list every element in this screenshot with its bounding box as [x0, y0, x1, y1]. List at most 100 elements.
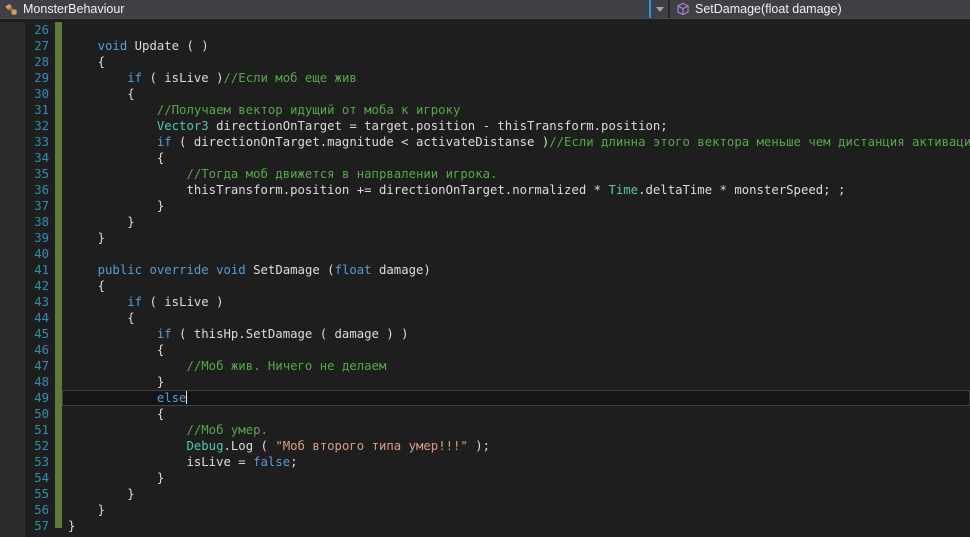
- breakpoint-margin[interactable]: [0, 358, 25, 374]
- breakpoint-margin[interactable]: [0, 198, 25, 214]
- code-text[interactable]: {: [62, 150, 970, 166]
- code-text[interactable]: //Тогда моб движется в напрвалении игрок…: [62, 166, 970, 182]
- code-line-28[interactable]: 28 {: [0, 54, 970, 70]
- code-line-36[interactable]: 36 thisTransform.position += directionOn…: [0, 182, 970, 198]
- code-text[interactable]: {: [62, 54, 970, 70]
- code-text[interactable]: {: [62, 310, 970, 326]
- code-text[interactable]: public override void SetDamage (float da…: [62, 262, 970, 278]
- breakpoint-margin[interactable]: [0, 278, 25, 294]
- code-line-35[interactable]: 35 //Тогда моб движется в напрвалении иг…: [0, 166, 970, 182]
- code-editor[interactable]: 26 27 void Update ( ) 28 {29 if ( isLive )…: [0, 19, 970, 537]
- breakpoint-margin[interactable]: [0, 422, 25, 438]
- code-line-34[interactable]: 34 {: [0, 150, 970, 166]
- code-text[interactable]: {: [62, 86, 970, 102]
- breakpoint-margin[interactable]: [0, 326, 25, 342]
- code-line-41[interactable]: 41 public override void SetDamage (float…: [0, 262, 970, 278]
- breakpoint-margin[interactable]: [0, 294, 25, 310]
- code-text[interactable]: {: [62, 342, 970, 358]
- code-line-30[interactable]: 30 {: [0, 86, 970, 102]
- code-text[interactable]: isLive = false;: [62, 454, 970, 470]
- code-line-46[interactable]: 46 {: [0, 342, 970, 358]
- breakpoint-margin[interactable]: [0, 38, 25, 54]
- code-line-57[interactable]: 57}: [0, 518, 970, 534]
- code-line-38[interactable]: 38 }: [0, 214, 970, 230]
- breakpoint-margin[interactable]: [0, 502, 25, 518]
- code-line-51[interactable]: 51 //Моб умер.: [0, 422, 970, 438]
- chevron-down-icon[interactable]: [651, 0, 668, 18]
- code-text[interactable]: thisTransform.position += directionOnTar…: [62, 182, 970, 198]
- code-text[interactable]: {: [62, 278, 970, 294]
- code-line-39[interactable]: 39 }: [0, 230, 970, 246]
- breakpoint-margin[interactable]: [0, 406, 25, 422]
- code-line-52[interactable]: 52 Debug.Log ( "Моб второго типа умер!!!…: [0, 438, 970, 454]
- code-text[interactable]: }: [62, 230, 970, 246]
- class-dropdown[interactable]: MonsterBehaviour: [0, 0, 668, 18]
- code-text[interactable]: }: [62, 198, 970, 214]
- code-line-42[interactable]: 42 {: [0, 278, 970, 294]
- code-text[interactable]: //Получаем вектор идущий от моба к игрок…: [62, 102, 970, 118]
- breakpoint-margin[interactable]: [0, 438, 25, 454]
- code-text[interactable]: //Моб умер.: [62, 422, 970, 438]
- code-line-45[interactable]: 45 if ( thisHp.SetDamage ( damage ) ): [0, 326, 970, 342]
- breakpoint-margin[interactable]: [0, 486, 25, 502]
- breakpoint-margin[interactable]: [0, 22, 25, 38]
- breakpoint-margin[interactable]: [0, 390, 25, 406]
- breakpoint-margin[interactable]: [0, 150, 25, 166]
- code-line-33[interactable]: 33 if ( directionOnTarget.magnitude < ac…: [0, 134, 970, 150]
- breakpoint-margin[interactable]: [0, 518, 25, 534]
- method-dropdown[interactable]: SetDamage(float damage): [670, 0, 970, 18]
- breakpoint-margin[interactable]: [0, 134, 25, 150]
- code-text[interactable]: }: [62, 486, 970, 502]
- breakpoint-margin[interactable]: [0, 470, 25, 486]
- code-text[interactable]: if ( isLive ): [62, 294, 970, 310]
- code-text[interactable]: }: [62, 518, 970, 534]
- code-text[interactable]: //Моб жив. Ничего не делаем: [62, 358, 970, 374]
- code-text[interactable]: Debug.Log ( "Моб второго типа умер!!!" )…: [62, 438, 970, 454]
- breakpoint-margin[interactable]: [0, 454, 25, 470]
- code-text[interactable]: if ( directionOnTarget.magnitude < activ…: [62, 134, 970, 150]
- code-line-29[interactable]: 29 if ( isLive )//Если моб еще жив: [0, 70, 970, 86]
- code-line-53[interactable]: 53 isLive = false;: [0, 454, 970, 470]
- breakpoint-margin[interactable]: [0, 70, 25, 86]
- breakpoint-margin[interactable]: [0, 54, 25, 70]
- code-line-32[interactable]: 32 Vector3 directionOnTarget = target.po…: [0, 118, 970, 134]
- code-text[interactable]: [62, 246, 970, 262]
- code-line-49[interactable]: 49 else: [0, 390, 970, 406]
- code-text[interactable]: Vector3 directionOnTarget = target.posit…: [62, 118, 970, 134]
- code-text[interactable]: void Update ( ): [62, 38, 970, 54]
- code-line-48[interactable]: 48 }: [0, 374, 970, 390]
- breakpoint-margin[interactable]: [0, 262, 25, 278]
- breakpoint-margin[interactable]: [0, 102, 25, 118]
- code-line-43[interactable]: 43 if ( isLive ): [0, 294, 970, 310]
- breakpoint-margin[interactable]: [0, 230, 25, 246]
- code-line-31[interactable]: 31 //Получаем вектор идущий от моба к иг…: [0, 102, 970, 118]
- code-line-56[interactable]: 56 }: [0, 502, 970, 518]
- breakpoint-margin[interactable]: [0, 118, 25, 134]
- code-text[interactable]: if ( thisHp.SetDamage ( damage ) ): [62, 326, 970, 342]
- code-line-55[interactable]: 55 }: [0, 486, 970, 502]
- code-line-47[interactable]: 47 //Моб жив. Ничего не делаем: [0, 358, 970, 374]
- code-line-54[interactable]: 54 }: [0, 470, 970, 486]
- code-text[interactable]: }: [62, 470, 970, 486]
- code-line-27[interactable]: 27 void Update ( ): [0, 38, 970, 54]
- breakpoint-margin[interactable]: [0, 166, 25, 182]
- code-text[interactable]: }: [62, 502, 970, 518]
- code-text[interactable]: }: [62, 214, 970, 230]
- code-line-26[interactable]: 26: [0, 22, 970, 38]
- code-text[interactable]: else: [62, 390, 970, 406]
- breakpoint-margin[interactable]: [0, 246, 25, 262]
- code-text[interactable]: [62, 22, 970, 38]
- code-line-40[interactable]: 40: [0, 246, 970, 262]
- breakpoint-margin[interactable]: [0, 182, 25, 198]
- breakpoint-margin[interactable]: [0, 374, 25, 390]
- breakpoint-margin[interactable]: [0, 342, 25, 358]
- code-line-37[interactable]: 37 }: [0, 198, 970, 214]
- breakpoint-margin[interactable]: [0, 86, 25, 102]
- breakpoint-margin[interactable]: [0, 214, 25, 230]
- code-line-44[interactable]: 44 {: [0, 310, 970, 326]
- code-text[interactable]: {: [62, 406, 970, 422]
- code-text[interactable]: if ( isLive )//Если моб еще жив: [62, 70, 970, 86]
- code-text[interactable]: }: [62, 374, 970, 390]
- breakpoint-margin[interactable]: [0, 310, 25, 326]
- code-line-50[interactable]: 50 {: [0, 406, 970, 422]
